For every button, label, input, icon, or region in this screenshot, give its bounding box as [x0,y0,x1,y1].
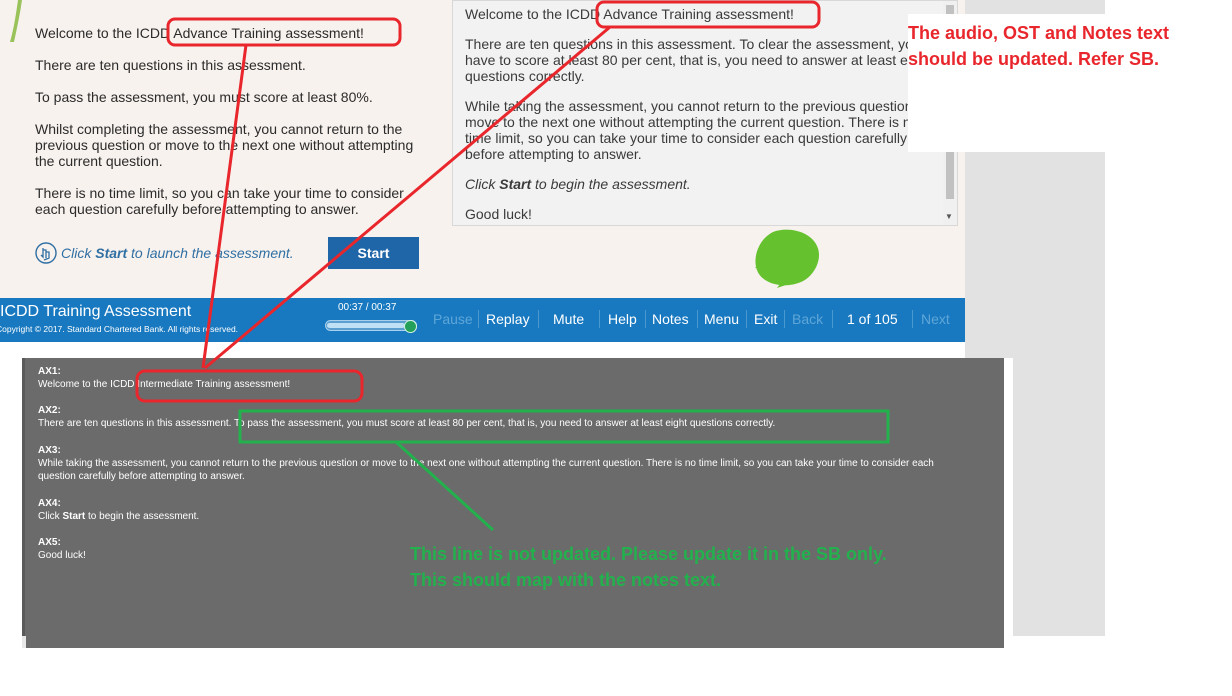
annotation-overlay [135,0,890,532]
red-highlight-box-slide [166,17,402,47]
green-connector-line [394,440,495,532]
green-highlight-box-ax2 [238,409,890,444]
red-connector-line-2 [204,25,611,370]
red-connector-line-1 [201,44,248,369]
red-highlight-box-notes [595,0,821,29]
red-highlight-box-ax1 [135,369,364,403]
